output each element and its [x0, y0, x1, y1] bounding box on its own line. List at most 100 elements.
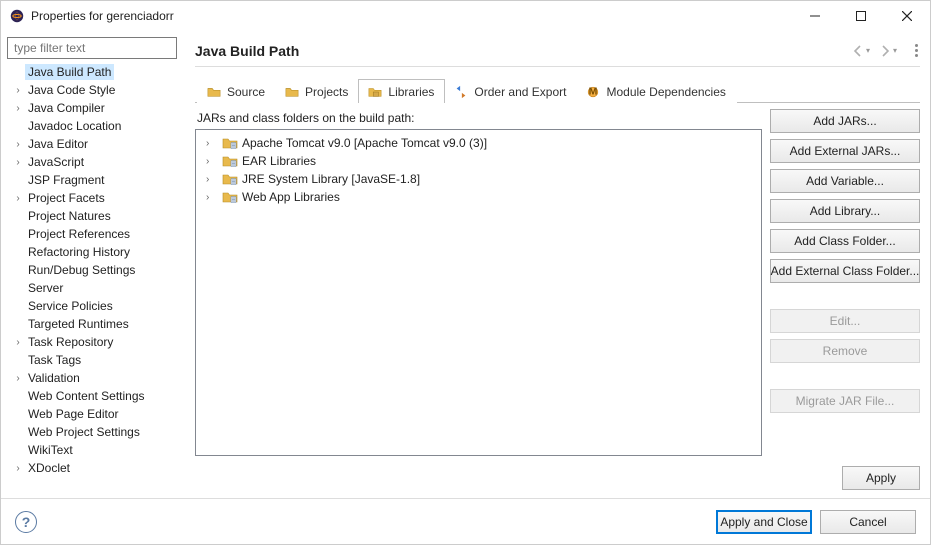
expand-arrow-icon[interactable]: ›	[11, 157, 25, 168]
remove-button[interactable]: Remove	[770, 339, 920, 363]
tab-libraries[interactable]: Libraries	[358, 79, 445, 103]
sidebar-item[interactable]: ›Run/Debug Settings	[7, 261, 185, 279]
expand-arrow-icon[interactable]: ›	[11, 103, 25, 114]
maximize-button[interactable]	[838, 1, 884, 31]
tab-source[interactable]: Source	[197, 79, 276, 103]
page-title: Java Build Path	[195, 43, 851, 59]
sidebar-item-label: JavaScript	[25, 154, 87, 170]
sidebar-item[interactable]: ›Project References	[7, 225, 185, 243]
library-item[interactable]: ›Web App Libraries	[196, 188, 761, 206]
add-external-class-folder-button[interactable]: Add External Class Folder...	[770, 259, 920, 283]
sidebar-item[interactable]: ›Task Repository	[7, 333, 185, 351]
tab-module-dependencies[interactable]: MModule Dependencies	[576, 79, 736, 103]
sidebar-item-label: Project Facets	[25, 190, 108, 206]
libraries-description: JARs and class folders on the build path…	[197, 111, 762, 125]
sidebar-item[interactable]: ›JavaScript	[7, 153, 185, 171]
help-button[interactable]: ?	[15, 511, 37, 533]
filter-input[interactable]	[7, 37, 177, 59]
nav-forward-button[interactable]: ▾	[878, 44, 903, 58]
sidebar-item-label: Java Build Path	[25, 64, 114, 80]
cancel-button[interactable]: Cancel	[820, 510, 916, 534]
sidebar-item[interactable]: ›Task Tags	[7, 351, 185, 369]
page-header: Java Build Path ▾ ▾	[195, 35, 920, 67]
sidebar-item[interactable]: ›Javadoc Location	[7, 117, 185, 135]
expand-arrow-icon[interactable]: ›	[206, 156, 218, 167]
sidebar-item[interactable]: ›Service Policies	[7, 297, 185, 315]
sidebar-item[interactable]: ›Web Project Settings	[7, 423, 185, 441]
sidebar-item-label: Run/Debug Settings	[25, 262, 138, 278]
sidebar-item[interactable]: ›Java Build Path	[7, 63, 185, 81]
expand-arrow-icon[interactable]: ›	[11, 85, 25, 96]
sidebar-item[interactable]: ›Java Compiler	[7, 99, 185, 117]
sidebar-item-label: Javadoc Location	[25, 118, 124, 134]
sidebar-item-label: Web Content Settings	[25, 388, 148, 404]
close-button[interactable]	[884, 1, 930, 31]
jar-icon	[367, 84, 383, 100]
sidebar-item[interactable]: ›Server	[7, 279, 185, 297]
expand-arrow-icon[interactable]: ›	[11, 337, 25, 348]
libraries-pane: JARs and class folders on the build path…	[195, 109, 762, 456]
folder-icon	[284, 84, 300, 100]
edit-button[interactable]: Edit...	[770, 309, 920, 333]
library-item[interactable]: ›JRE System Library [JavaSE-1.8]	[196, 170, 761, 188]
tab-projects[interactable]: Projects	[275, 79, 359, 103]
sidebar-item-label: Server	[25, 280, 66, 296]
expand-arrow-icon[interactable]: ›	[11, 193, 25, 204]
expand-arrow-icon[interactable]: ›	[206, 174, 218, 185]
expand-arrow-icon[interactable]: ›	[11, 463, 25, 474]
svg-text:M: M	[589, 86, 598, 98]
tab-label: Projects	[305, 85, 348, 99]
sidebar-item[interactable]: ›XDoclet	[7, 459, 185, 477]
sidebar-item[interactable]: ›WikiText	[7, 441, 185, 459]
sidebar-item-label: Project References	[25, 226, 133, 242]
sidebar-item-label: Service Policies	[25, 298, 116, 314]
sidebar-item[interactable]: ›Targeted Runtimes	[7, 315, 185, 333]
expand-arrow-icon[interactable]: ›	[206, 138, 218, 149]
category-panel: ›Java Build Path›Java Code Style›Java Co…	[1, 31, 185, 498]
sidebar-item[interactable]: ›Project Facets	[7, 189, 185, 207]
libraries-button-column: Add JARs... Add External JARs... Add Var…	[770, 109, 920, 456]
libraries-tree[interactable]: ›Apache Tomcat v9.0 [Apache Tomcat v9.0 …	[195, 129, 762, 456]
sidebar-item-label: Web Project Settings	[25, 424, 143, 440]
add-external-jars-button[interactable]: Add External JARs...	[770, 139, 920, 163]
minimize-button[interactable]	[792, 1, 838, 31]
sidebar-item-label: Web Page Editor	[25, 406, 122, 422]
tab-order-and-export[interactable]: Order and Export	[444, 79, 577, 103]
nav-back-button[interactable]: ▾	[851, 44, 876, 58]
order-icon	[453, 84, 469, 100]
sidebar-item[interactable]: ›Java Editor	[7, 135, 185, 153]
module-icon: M	[585, 84, 601, 100]
property-page: Java Build Path ▾ ▾ Source Projects Librar…	[185, 31, 930, 498]
add-library-button[interactable]: Add Library...	[770, 199, 920, 223]
sidebar-item[interactable]: ›Java Code Style	[7, 81, 185, 99]
dialog-body: ›Java Build Path›Java Code Style›Java Co…	[1, 31, 930, 498]
add-jars-button[interactable]: Add JARs...	[770, 109, 920, 133]
sidebar-item-label: Project Natures	[25, 208, 114, 224]
apply-button[interactable]: Apply	[842, 466, 920, 490]
expand-arrow-icon[interactable]: ›	[11, 373, 25, 384]
migrate-jar-button[interactable]: Migrate JAR File...	[770, 389, 920, 413]
sidebar-item[interactable]: ›JSP Fragment	[7, 171, 185, 189]
dialog-footer: ? Apply and Close Cancel	[1, 498, 930, 544]
view-menu-button[interactable]	[913, 42, 920, 59]
sidebar-item[interactable]: ›Web Page Editor	[7, 405, 185, 423]
library-item[interactable]: ›Apache Tomcat v9.0 [Apache Tomcat v9.0 …	[196, 134, 761, 152]
window-controls	[792, 1, 930, 31]
sidebar-item-label: Task Repository	[25, 334, 116, 350]
expand-arrow-icon[interactable]: ›	[206, 192, 218, 203]
add-class-folder-button[interactable]: Add Class Folder...	[770, 229, 920, 253]
add-variable-button[interactable]: Add Variable...	[770, 169, 920, 193]
sidebar-item-label: JSP Fragment	[25, 172, 107, 188]
category-tree[interactable]: ›Java Build Path›Java Code Style›Java Co…	[7, 63, 185, 498]
library-item[interactable]: ›EAR Libraries	[196, 152, 761, 170]
sidebar-item-label: Validation	[25, 370, 83, 386]
apply-and-close-button[interactable]: Apply and Close	[716, 510, 812, 534]
folder-icon	[206, 84, 222, 100]
sidebar-item[interactable]: ›Project Natures	[7, 207, 185, 225]
sidebar-item[interactable]: ›Refactoring History	[7, 243, 185, 261]
expand-arrow-icon[interactable]: ›	[11, 139, 25, 150]
library-icon	[222, 135, 238, 151]
sidebar-item-label: XDoclet	[25, 460, 73, 476]
sidebar-item[interactable]: ›Web Content Settings	[7, 387, 185, 405]
sidebar-item[interactable]: ›Validation	[7, 369, 185, 387]
